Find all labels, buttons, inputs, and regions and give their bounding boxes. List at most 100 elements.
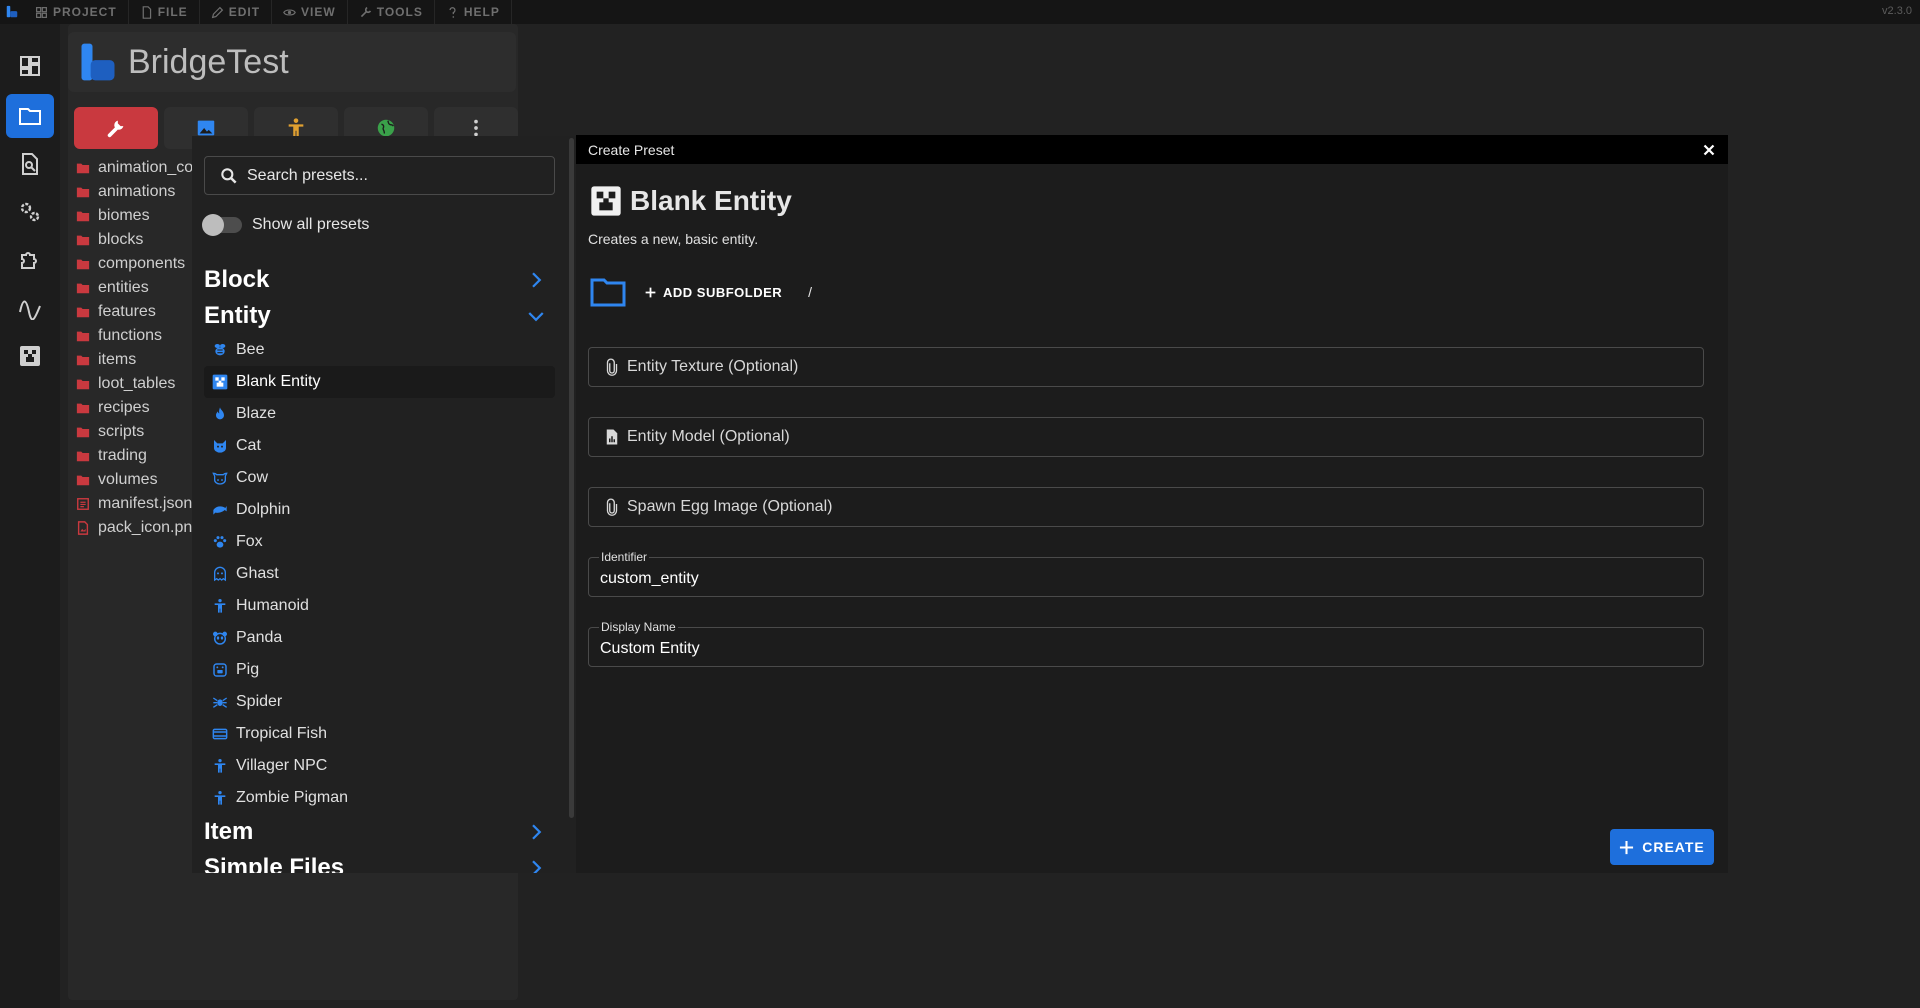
preset-sidebar: Show all presets Block Entity Bee Blank E… xyxy=(192,136,576,873)
sidebar-scrollbar[interactable] xyxy=(569,138,574,818)
search-input[interactable] xyxy=(247,166,547,185)
preset-item[interactable]: Cow xyxy=(204,462,555,494)
file-tree-item[interactable]: items xyxy=(76,348,192,372)
category-entity[interactable]: Entity xyxy=(204,298,555,334)
preset-item[interactable]: Bee xyxy=(204,334,555,366)
file-tree-item[interactable]: trading xyxy=(76,444,192,468)
file-tree-item[interactable]: animation_controllers xyxy=(76,156,192,180)
help-icon xyxy=(449,6,456,18)
ghost-icon xyxy=(214,566,226,582)
rail-explorer-button[interactable] xyxy=(6,94,54,138)
menu-view[interactable]: VIEW xyxy=(272,0,348,24)
menu-edit[interactable]: EDIT xyxy=(200,0,273,24)
rail-waveform-button[interactable] xyxy=(6,286,54,330)
menu-project[interactable]: PROJECT xyxy=(24,0,129,24)
folder-icon xyxy=(76,379,90,390)
preset-item[interactable]: Zombie Pigman xyxy=(204,782,555,814)
add-subfolder-button[interactable]: ADD SUBFOLDER xyxy=(644,285,782,300)
preset-item[interactable]: Tropical Fish xyxy=(204,718,555,750)
entity-model-label: Entity Model (Optional) xyxy=(627,428,790,445)
folder-icon xyxy=(19,108,41,125)
file-chart-icon xyxy=(606,429,618,445)
folder-row: ADD SUBFOLDER / xyxy=(590,277,812,307)
create-label: CREATE xyxy=(1642,839,1705,855)
tool-tab-wrench[interactable] xyxy=(74,107,158,149)
rail-file-search-button[interactable] xyxy=(6,142,54,186)
puzzle-icon xyxy=(21,252,37,269)
menu-tools[interactable]: TOOLS xyxy=(348,0,435,24)
folder-icon xyxy=(76,427,90,438)
preset-item[interactable]: Pig xyxy=(204,654,555,686)
preset-item[interactable]: Villager NPC xyxy=(204,750,555,782)
spawn-egg-image-label: Spawn Egg Image (Optional) xyxy=(627,498,833,515)
rail-dashboard-button[interactable] xyxy=(6,44,54,88)
folder-icon xyxy=(76,331,90,342)
create-button[interactable]: CREATE xyxy=(1610,829,1714,865)
file-tree-item[interactable]: manifest.json xyxy=(76,492,192,516)
folder-icon xyxy=(76,451,90,462)
spawn-egg-image-input[interactable]: Spawn Egg Image (Optional) xyxy=(588,487,1704,527)
plus-icon xyxy=(1620,840,1634,854)
identifier-field[interactable]: Identifier xyxy=(588,550,1704,597)
preset-item[interactable]: Fox xyxy=(204,526,555,558)
preset-item[interactable]: Blank Entity xyxy=(204,366,555,398)
file-tree-item[interactable]: pack_icon.png xyxy=(76,516,192,540)
preset-item[interactable]: Humanoid xyxy=(204,590,555,622)
show-all-presets-toggle-row[interactable]: Show all presets xyxy=(202,214,369,236)
display-name-input[interactable] xyxy=(600,640,1690,658)
paperclip-icon xyxy=(606,358,618,376)
category-simple-files[interactable]: Simple Files xyxy=(204,850,555,873)
preset-item[interactable]: Panda xyxy=(204,622,555,654)
select-folder-button[interactable] xyxy=(590,277,626,307)
humanoid-icon xyxy=(214,599,226,613)
project-title: BridgeTest xyxy=(128,42,289,81)
file-tree-item[interactable]: animations xyxy=(76,180,192,204)
preset-item-label: Pig xyxy=(236,661,260,678)
preset-item[interactable]: Blaze xyxy=(204,398,555,430)
chevron-right-icon xyxy=(532,272,542,288)
menu-label: EDIT xyxy=(228,5,261,19)
bridge-logo-icon[interactable] xyxy=(0,0,24,24)
category-block[interactable]: Block xyxy=(204,262,555,298)
folder-icon xyxy=(76,163,90,174)
category-label: Item xyxy=(204,818,254,845)
file-tree-item[interactable]: biomes xyxy=(76,204,192,228)
file-tree-item[interactable]: components xyxy=(76,252,192,276)
preset-item[interactable]: Spider xyxy=(204,686,555,718)
preset-item-label: Blank Entity xyxy=(236,373,321,390)
identifier-label: Identifier xyxy=(599,550,650,564)
show-all-presets-toggle[interactable] xyxy=(202,214,242,236)
folder-icon xyxy=(76,235,90,246)
project-header[interactable]: BridgeTest xyxy=(68,32,516,92)
file-tree-item[interactable]: loot_tables xyxy=(76,372,192,396)
file-icon xyxy=(142,5,151,19)
preset-item[interactable]: Cat xyxy=(204,430,555,462)
rail-entity-button[interactable] xyxy=(6,334,54,378)
file-tree-item[interactable]: blocks xyxy=(76,228,192,252)
wrench-icon xyxy=(360,6,371,17)
entity-texture-input[interactable]: Entity Texture (Optional) xyxy=(588,347,1704,387)
file-tree-item[interactable]: features xyxy=(76,300,192,324)
preset-item-label: Fox xyxy=(236,533,263,550)
search-field[interactable] xyxy=(204,156,555,195)
file-tree-item[interactable]: scripts xyxy=(76,420,192,444)
file-tree-item[interactable]: functions xyxy=(76,324,192,348)
display-name-field[interactable]: Display Name xyxy=(588,620,1704,667)
close-icon xyxy=(1703,144,1715,156)
identifier-input[interactable] xyxy=(600,570,1690,588)
entity-model-input[interactable]: Entity Model (Optional) xyxy=(588,417,1704,457)
file-tree-label: biomes xyxy=(98,207,150,224)
rail-extensions-button[interactable] xyxy=(6,238,54,282)
preset-item[interactable]: Dolphin xyxy=(204,494,555,526)
file-tree-item[interactable]: volumes xyxy=(76,468,192,492)
close-button[interactable] xyxy=(1700,141,1718,159)
category-item[interactable]: Item xyxy=(204,814,555,850)
file-tree-item[interactable]: recipes xyxy=(76,396,192,420)
menu-help[interactable]: HELP xyxy=(435,0,512,24)
chevron-right-icon xyxy=(532,824,542,840)
rail-settings-button[interactable] xyxy=(6,190,54,234)
file-tree-item[interactable]: entities xyxy=(76,276,192,300)
menu-file[interactable]: FILE xyxy=(129,0,200,24)
preset-item-label: Panda xyxy=(236,629,283,646)
preset-item[interactable]: Ghast xyxy=(204,558,555,590)
